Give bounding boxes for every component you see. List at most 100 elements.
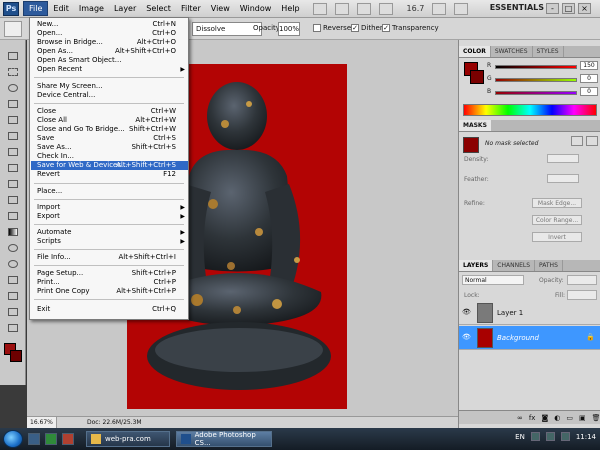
density-input[interactable] bbox=[547, 154, 579, 163]
menu-item-open-recent[interactable]: Open Recent ▶ bbox=[31, 65, 188, 74]
pen-tool-icon[interactable] bbox=[6, 274, 20, 286]
quick-launch-icon[interactable] bbox=[45, 433, 57, 445]
clone-stamp-tool-icon[interactable] bbox=[6, 178, 20, 190]
blur-tool-icon[interactable] bbox=[6, 242, 20, 254]
menu-item-import[interactable]: Import ▶ bbox=[31, 203, 188, 212]
dither-checkbox[interactable]: ✓ Dither bbox=[351, 24, 383, 32]
menu-item-open[interactable]: Open... Ctrl+O bbox=[31, 29, 188, 38]
arrange-documents-icon[interactable] bbox=[432, 2, 447, 15]
mini-bridge-icon[interactable] bbox=[334, 2, 349, 15]
language-indicator[interactable]: EN bbox=[515, 433, 525, 441]
layer-blend-mode-select[interactable]: Normal bbox=[462, 275, 524, 285]
menu-edit[interactable]: Edit bbox=[48, 2, 74, 15]
menu-item-save-for-web[interactable]: Save for Web & Devices... Alt+Shift+Ctrl+… bbox=[31, 161, 188, 170]
menu-item-open-as-smart-object[interactable]: Open As Smart Object... bbox=[31, 56, 188, 65]
layer-row[interactable]: 👁 Background 🔒 bbox=[459, 326, 600, 350]
clock[interactable]: 11:14 bbox=[576, 433, 596, 441]
volume-icon[interactable] bbox=[560, 432, 570, 441]
vector-mask-icon[interactable] bbox=[586, 136, 598, 146]
add-mask-icon[interactable]: ◙ bbox=[541, 414, 548, 422]
close-button[interactable]: × bbox=[578, 3, 591, 14]
menu-item-close[interactable]: Close Ctrl+W bbox=[31, 107, 188, 116]
quick-select-tool-icon[interactable] bbox=[6, 98, 20, 110]
eye-icon[interactable]: 👁 bbox=[462, 308, 472, 316]
menu-image[interactable]: Image bbox=[74, 2, 109, 15]
zoom-level[interactable]: 16.7 bbox=[407, 4, 425, 13]
fill-input[interactable] bbox=[567, 290, 597, 300]
shape-tool-icon[interactable] bbox=[6, 322, 20, 334]
mask-edge-button[interactable]: Mask Edge... bbox=[532, 198, 582, 208]
history-brush-tool-icon[interactable] bbox=[6, 194, 20, 206]
brush-tool-icon[interactable] bbox=[6, 162, 20, 174]
menu-item-save[interactable]: Save Ctrl+S bbox=[31, 134, 188, 143]
layer-row[interactable]: 👁 Layer 1 bbox=[459, 301, 600, 325]
new-group-icon[interactable]: ▭ bbox=[566, 414, 573, 422]
menu-item-open-as[interactable]: Open As... Alt+Shift+Ctrl+O bbox=[31, 47, 188, 56]
menu-item-device-central[interactable]: Device Central... bbox=[31, 91, 188, 100]
maximize-button[interactable]: □ bbox=[562, 3, 575, 14]
pixel-mask-icon[interactable] bbox=[571, 136, 583, 146]
taskbar-item[interactable]: web-pra.com bbox=[86, 431, 170, 447]
healing-brush-tool-icon[interactable] bbox=[6, 146, 20, 158]
menu-item-close-and-go-to-bridge[interactable]: Close and Go To Bridge... Shift+Ctrl+W bbox=[31, 125, 188, 134]
menu-item-place[interactable]: Place... bbox=[31, 187, 188, 196]
network-icon[interactable] bbox=[545, 432, 555, 441]
marquee-tool-icon[interactable] bbox=[6, 66, 20, 78]
menu-item-exit[interactable]: Exit Ctrl+Q bbox=[31, 305, 188, 314]
menu-item-print[interactable]: Print... Ctrl+P bbox=[31, 278, 188, 287]
color-range-button[interactable]: Color Range... bbox=[532, 215, 582, 225]
menu-file[interactable]: File bbox=[23, 1, 49, 16]
menu-view[interactable]: View bbox=[206, 2, 235, 15]
b-value-input[interactable]: 0 bbox=[580, 87, 598, 96]
menu-item-share-my-screen[interactable]: Share My Screen... bbox=[31, 82, 188, 91]
menu-item-print-one-copy[interactable]: Print One Copy Alt+Shift+Ctrl+P bbox=[31, 287, 188, 296]
eraser-tool-icon[interactable] bbox=[6, 210, 20, 222]
workspace-switcher[interactable]: ESSENTIALS bbox=[490, 3, 544, 12]
tab-swatches[interactable]: SWATCHES bbox=[491, 46, 533, 57]
transparency-checkbox[interactable]: ✓ Transparency bbox=[382, 24, 439, 32]
start-button[interactable] bbox=[3, 430, 23, 448]
menu-item-check-in[interactable]: Check In... bbox=[31, 152, 188, 161]
delete-layer-icon[interactable]: 🗑 bbox=[592, 414, 600, 422]
menu-item-save-as[interactable]: Save As... Shift+Ctrl+S bbox=[31, 143, 188, 152]
hand-view-icon[interactable] bbox=[356, 2, 371, 15]
minimize-button[interactable]: - bbox=[546, 3, 559, 14]
zoom-view-icon[interactable] bbox=[378, 2, 393, 15]
taskbar-item[interactable]: Adobe Photoshop CS... bbox=[176, 431, 272, 447]
g-value-input[interactable]: 0 bbox=[580, 74, 598, 83]
tab-styles[interactable]: STYLES bbox=[533, 46, 564, 57]
tab-color[interactable]: COLOR bbox=[459, 46, 491, 57]
menu-layer[interactable]: Layer bbox=[109, 2, 141, 15]
g-slider[interactable] bbox=[495, 78, 577, 82]
screen-mode-icon[interactable] bbox=[454, 2, 469, 15]
tab-channels[interactable]: CHANNELS bbox=[493, 260, 536, 271]
move-tool-icon[interactable] bbox=[6, 50, 20, 62]
masks-title[interactable]: MASKS bbox=[459, 120, 491, 131]
eye-icon[interactable]: 👁 bbox=[462, 333, 472, 341]
background-color-chip[interactable] bbox=[470, 70, 484, 84]
menu-item-automate[interactable]: Automate ▶ bbox=[31, 228, 188, 237]
quick-launch-icon[interactable] bbox=[62, 433, 74, 445]
b-slider[interactable] bbox=[495, 91, 577, 95]
r-value-input[interactable]: 150 bbox=[580, 61, 598, 70]
reverse-checkbox[interactable]: Reverse bbox=[313, 24, 351, 32]
new-layer-icon[interactable]: ▣ bbox=[579, 414, 586, 422]
menu-item-revert[interactable]: Revert F12 bbox=[31, 170, 188, 179]
background-color-swatch[interactable] bbox=[10, 350, 22, 362]
menu-window[interactable]: Window bbox=[235, 2, 277, 15]
eyedropper-tool-icon[interactable] bbox=[6, 130, 20, 142]
dodge-tool-icon[interactable] bbox=[6, 258, 20, 270]
color-spectrum-ramp[interactable] bbox=[463, 104, 597, 116]
layer-style-icon[interactable]: fx bbox=[529, 414, 536, 422]
crop-tool-icon[interactable] bbox=[6, 114, 20, 126]
link-layers-icon[interactable]: ∞ bbox=[517, 414, 523, 422]
quick-launch-icon[interactable] bbox=[28, 433, 40, 445]
menu-help[interactable]: Help bbox=[276, 2, 304, 15]
menu-select[interactable]: Select bbox=[141, 2, 176, 15]
gradient-tool-icon[interactable] bbox=[4, 20, 22, 37]
menu-item-scripts[interactable]: Scripts ▶ bbox=[31, 237, 188, 246]
path-select-tool-icon[interactable] bbox=[6, 306, 20, 318]
invert-button[interactable]: Invert bbox=[532, 232, 582, 242]
bridge-icon[interactable] bbox=[312, 2, 327, 15]
layer-opacity-input[interactable] bbox=[567, 275, 597, 285]
